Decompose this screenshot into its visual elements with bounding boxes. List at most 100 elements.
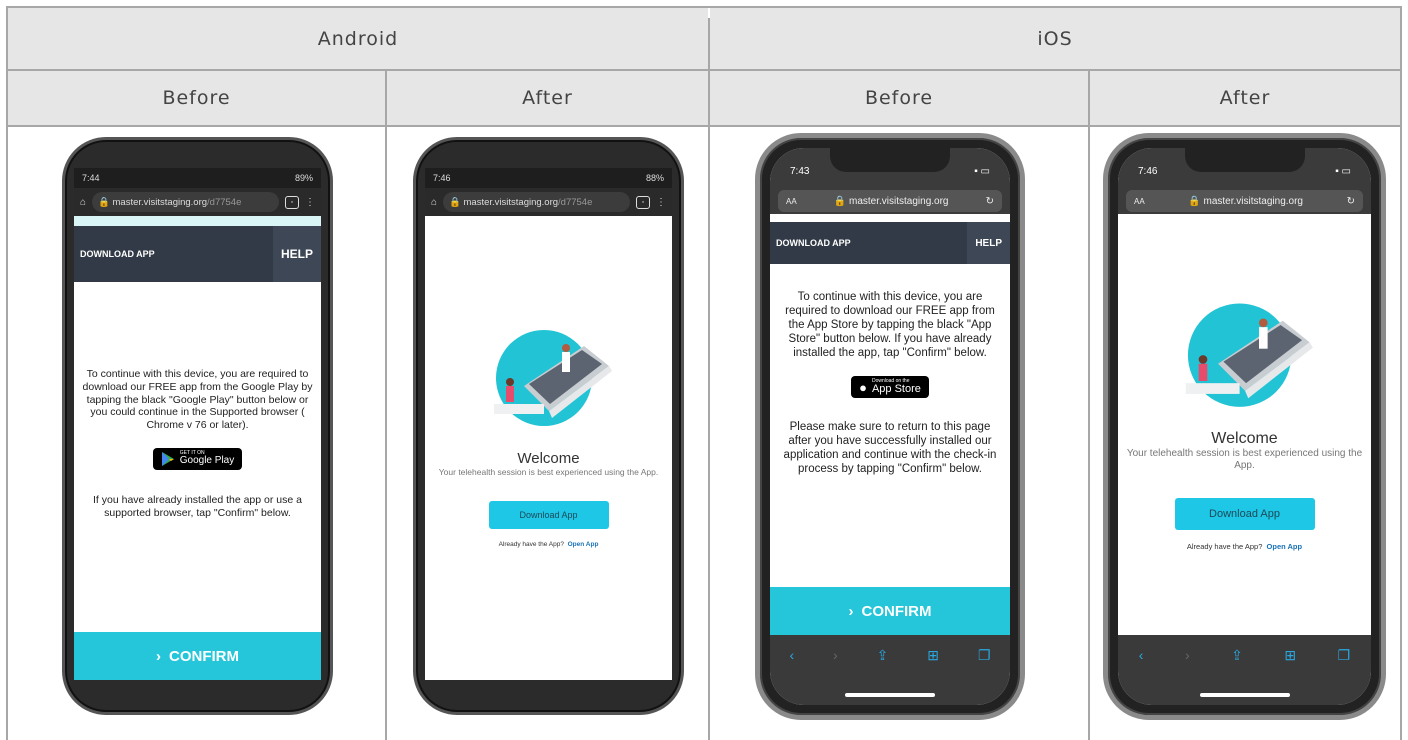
phone-speaker (416, 140, 681, 168)
forward-icon[interactable]: › (833, 647, 838, 663)
browser-url-bar: ⌂ 🔒 master.visitstaging.org/d7754e ▫ ⋮ (425, 188, 672, 216)
menu-icon[interactable]: ⋮ (305, 197, 315, 208)
telehealth-illustration (1185, 303, 1313, 407)
url-field[interactable]: 🔒 master.visitstaging.org/d7754e (443, 192, 630, 212)
row-divider (8, 125, 1400, 127)
reload-icon[interactable]: ↻ (986, 196, 994, 207)
telehealth-illustration (493, 330, 612, 426)
text-size-button[interactable]: AA (786, 197, 797, 206)
share-icon[interactable]: ⇪ (877, 647, 889, 664)
bookmarks-icon[interactable]: ⊞ (927, 647, 939, 664)
google-play-button[interactable]: GET IT ON Google Play (152, 447, 243, 470)
confirm-label: CONFIRM (169, 647, 239, 665)
instructions-text: To continue with this device, you are re… (82, 368, 313, 432)
confirm-button[interactable]: › CONFIRM (770, 587, 1010, 635)
phone-notch (830, 148, 950, 172)
home-indicator (1199, 693, 1290, 697)
download-app-link[interactable]: DOWNLOAD APP (770, 238, 851, 248)
phone-speaker (65, 140, 330, 168)
confirm-instructions-text: If you have already installed the app or… (93, 493, 302, 519)
accent-strip (74, 216, 321, 226)
return-instructions-text: Please make sure to return to this page … (783, 421, 997, 476)
download-app-link[interactable]: DOWNLOAD APP (74, 249, 155, 259)
home-indicator (845, 693, 935, 697)
download-app-button[interactable]: Download App (1174, 498, 1315, 530)
url-host: master.visitstaging.org (1203, 195, 1304, 207)
forward-icon[interactable]: › (1185, 647, 1190, 663)
status-time: 7:46 (1138, 166, 1158, 177)
phone-screen: 7:46 ▪ ▭ AA 🔒 master.visitstaging.org ↻ … (1118, 148, 1371, 705)
col-divider (385, 71, 387, 740)
open-app-link[interactable]: Open App (568, 541, 599, 548)
browser-url-bar: AA 🔒 master.visitstaging.org ↻ (770, 190, 1010, 214)
row-divider (8, 69, 1400, 71)
app-nav-bar: DOWNLOAD APP HELP (74, 226, 321, 282)
already-have-app-text: Already have the App? Open App (1118, 542, 1371, 551)
open-app-link[interactable]: Open App (1267, 542, 1303, 551)
home-icon[interactable]: ⌂ (431, 197, 437, 208)
menu-icon[interactable]: ⋮ (656, 197, 666, 208)
store-big-text: Google Play (179, 455, 235, 467)
header-android-after: After (387, 71, 708, 125)
instructions-text: To continue with this device, you are re… (785, 291, 995, 360)
app-nav-bar: DOWNLOAD APP HELP (770, 222, 1010, 264)
app-store-button[interactable]: ● Download on the App Store (851, 376, 929, 399)
status-bar: 7:44 89% (74, 168, 321, 188)
back-icon[interactable]: ‹ (789, 647, 794, 663)
header-android: Android (8, 8, 708, 69)
confirm-button[interactable]: › CONFIRM (74, 632, 321, 680)
phone-notch (1184, 148, 1305, 172)
already-label: Already have the App? (1186, 542, 1263, 551)
already-label: Already have the App? (498, 541, 564, 549)
tabs-icon[interactable]: ❐ (978, 647, 991, 664)
help-button[interactable]: HELP (272, 226, 321, 282)
welcome-subtitle: Your telehealth session is best experien… (438, 467, 659, 477)
back-icon[interactable]: ‹ (1139, 647, 1144, 663)
reload-icon[interactable]: ↻ (1347, 196, 1355, 207)
welcome-heading: Welcome (517, 450, 580, 467)
tabs-icon[interactable]: ▫ (636, 195, 650, 209)
phone-screen: 7:46 88% ⌂ 🔒 master.visitstaging.org/d77… (425, 168, 672, 680)
iphone-before: 7:43 ▪ ▭ AA 🔒 master.visitstaging.org ↻ … (755, 133, 1025, 720)
browser-url-bar: ⌂ 🔒 master.visitstaging.org/d7754e ▫ ⋮ (74, 188, 321, 216)
iphone-after: 7:46 ▪ ▭ AA 🔒 master.visitstaging.org ↻ … (1103, 133, 1386, 720)
tabs-icon[interactable]: ❐ (1338, 647, 1351, 664)
download-app-button[interactable]: Download App (488, 501, 609, 530)
wifi-battery-icon: ▪ ▭ (1335, 166, 1351, 177)
wifi-battery-icon: ▪ ▭ (974, 166, 990, 177)
url-host: master.visitstaging.org (463, 196, 559, 208)
share-icon[interactable]: ⇪ (1231, 647, 1243, 664)
phone-screen: 7:44 89% ⌂ 🔒 master.visitstaging.org/d77… (74, 168, 321, 680)
url-path: /d7754e (207, 196, 242, 208)
home-icon[interactable]: ⌂ (80, 197, 86, 208)
url-field[interactable]: AA 🔒 master.visitstaging.org ↻ (1126, 190, 1363, 212)
confirm-label: CONFIRM (861, 602, 932, 620)
android-phone-before: 7:44 89% ⌂ 🔒 master.visitstaging.org/d77… (62, 137, 333, 715)
status-bar: 7:46 88% (425, 168, 672, 188)
store-big-text: App Store (871, 383, 921, 396)
tabs-icon[interactable]: ▫ (285, 195, 299, 209)
status-battery: 88% (645, 173, 664, 183)
chevron-right-icon: › (156, 647, 161, 665)
status-time: 7:43 (790, 166, 810, 177)
url-path: /d7754e (558, 196, 593, 208)
text-size-button[interactable]: AA (1134, 197, 1145, 206)
header-ios: iOS (710, 8, 1400, 69)
status-battery: 89% (294, 173, 313, 183)
welcome-subtitle: Your telehealth session is best experien… (1126, 448, 1363, 471)
chevron-right-icon: › (848, 602, 854, 620)
header-ios-after: After (1090, 71, 1400, 125)
android-phone-after: 7:46 88% ⌂ 🔒 master.visitstaging.org/d77… (413, 137, 684, 715)
status-time: 7:46 (433, 173, 451, 183)
bookmarks-icon[interactable]: ⊞ (1284, 647, 1296, 664)
header-ios-before: Before (710, 71, 1088, 125)
already-have-app-text: Already have the App? Open App (425, 541, 672, 548)
header-android-before: Before (8, 71, 385, 125)
url-host: master.visitstaging.org (112, 196, 208, 208)
help-button[interactable]: HELP (967, 222, 1010, 264)
status-time: 7:44 (82, 173, 100, 183)
url-field[interactable]: 🔒 master.visitstaging.org/d7754e (92, 192, 279, 212)
url-field[interactable]: AA 🔒 master.visitstaging.org ↻ (778, 190, 1002, 212)
url-host: master.visitstaging.org (849, 195, 949, 207)
phone-screen: 7:43 ▪ ▭ AA 🔒 master.visitstaging.org ↻ … (770, 148, 1010, 705)
